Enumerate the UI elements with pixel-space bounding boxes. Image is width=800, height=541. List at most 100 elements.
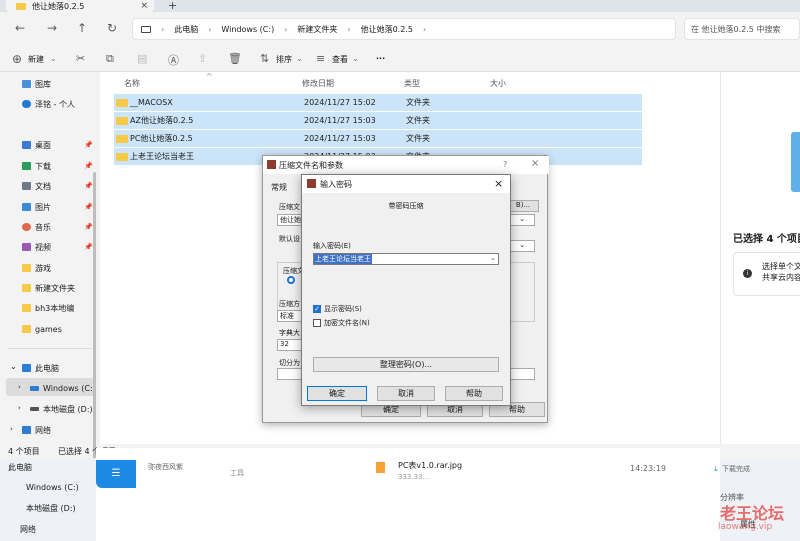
pin-icon[interactable]: 📌 [84,141,93,149]
organize-passwords-button[interactable]: 整理密码(O)... [313,357,499,372]
breadcrumb-drive-c[interactable]: Windows (C:) [221,25,274,34]
column-type[interactable]: 类型 [404,78,420,89]
sidebar-item-games[interactable]: 游戏 [22,262,51,274]
sidebar-item-downloads[interactable]: 下载 [22,160,51,172]
show-password-checkbox[interactable]: ✓ 显示密码(S) [313,304,362,314]
sidebar-item-music[interactable]: 音乐 [22,221,51,233]
pin-icon[interactable]: 📌 [84,162,93,170]
table-row[interactable]: AZ他让她落0.2.5 2024/11/27 15:03 文件夹 [114,112,642,129]
drive-icon [30,407,39,411]
sidebar-item-videos[interactable]: 视频 [22,241,51,253]
sidebar-item-this-pc[interactable]: 此电脑 [22,362,59,374]
sort-button[interactable]: 排序 [276,54,292,65]
sidebar-item-bh3[interactable]: bh3本地编 [22,302,74,314]
encrypt-filenames-checkbox[interactable]: 加密文件名(N) [313,318,370,328]
new-button[interactable]: 新建 [28,54,44,65]
view-icon[interactable]: ≡ [316,52,325,65]
sidebar-item-gallery[interactable]: 图库 [22,78,51,90]
chevron-down-icon[interactable]: ⌄ [352,54,359,63]
sidebar-item-pictures[interactable]: 图片 [22,201,51,213]
chevron-right-icon: › [284,24,288,34]
close-icon[interactable]: × [494,177,503,190]
more-options-button[interactable]: ··· [376,54,385,63]
radio-rar[interactable] [287,276,295,284]
file-name: AZ他让她落0.2.5 [130,116,194,125]
table-row[interactable]: PC他让她落0.2.5 2024/11/27 15:03 文件夹 [114,130,642,147]
column-size[interactable]: 大小 [490,78,506,89]
new-tab-button[interactable]: + [168,0,177,12]
chevron-right-icon[interactable]: › [10,425,13,433]
folder-icon [116,152,128,161]
help-icon[interactable]: ? [503,160,507,169]
chevron-down-icon[interactable]: ⌄ [509,240,535,252]
bg-username: 弥夜西风紫 [148,463,183,471]
cancel-button[interactable]: 取消 [377,386,435,401]
new-plus-icon[interactable]: ⊕ [12,52,22,66]
delete-icon[interactable]: 🗑 [228,52,242,65]
info-icon: i [743,269,752,278]
browse-button[interactable]: B)... [507,200,539,212]
menu-icon: ☰ [96,460,136,488]
close-icon[interactable]: × [531,158,539,169]
rename-icon[interactable]: Ⓐ [168,52,179,68]
chevron-down-icon[interactable]: ⌄ [509,214,535,226]
refresh-icon[interactable]: ↻ [104,21,120,35]
breadcrumb-new-folder[interactable]: 新建文件夹 [297,24,337,35]
help-button[interactable]: 帮助 [445,386,503,401]
sidebar-item-drive-c[interactable]: Windows (C:) [30,382,96,394]
paste-icon[interactable]: ▤ [137,52,147,65]
pin-icon[interactable]: 📌 [84,243,93,251]
column-date[interactable]: 修改日期 [302,78,334,89]
bg-sidebar-drive-c: Windows (C:) [26,483,79,492]
sort-ascending-icon: ^ [206,72,213,81]
checkbox-unchecked[interactable] [313,319,321,327]
ok-button[interactable]: 确定 [307,386,367,401]
breadcrumb-this-pc[interactable]: 此电脑 [174,24,198,35]
forward-arrow-icon[interactable]: → [44,21,60,35]
folder-icon [22,284,31,292]
copy-icon[interactable]: ⧉ [106,52,114,66]
sidebar-item-drive-d[interactable]: 本地磁盘 (D:) [30,403,93,415]
back-arrow-icon[interactable]: ← [12,21,28,35]
breadcrumb-current[interactable]: 他让她落0.2.5 [361,24,413,35]
sidebar-item-documents[interactable]: 文档 [22,180,51,192]
search-input[interactable]: 在 他让她落0.2.5 中搜索 [684,18,800,40]
bg-sidebar-network: 网络 [20,525,36,534]
chevron-down-icon[interactable]: ⌄ [50,54,57,63]
chevron-down-icon[interactable]: ⌄ [490,254,496,262]
sidebar-item-network[interactable]: 网络 [22,424,51,436]
column-name[interactable]: 名称 [124,78,140,89]
download-icon [22,162,31,170]
address-bar[interactable]: › 此电脑 › Windows (C:) › 新建文件夹 › 他让她落0.2.5… [132,18,676,40]
pin-icon[interactable]: 📌 [84,182,93,190]
sort-icon[interactable]: ⇅ [260,52,269,65]
sidebar-item-onedrive[interactable]: 泽铭 - 个人 [22,98,75,110]
view-button[interactable]: 查看 [332,54,348,65]
folder-icon [22,304,31,312]
pin-icon[interactable]: 📌 [84,223,93,231]
folder-preview-icon [791,132,800,192]
scrollbar[interactable] [93,172,96,472]
pin-icon[interactable]: 📌 [84,203,93,211]
close-tab-icon[interactable]: × [140,1,148,11]
password-input[interactable]: 上老王论坛当老王 ⌄ [313,253,499,265]
checkbox-checked[interactable]: ✓ [313,305,321,313]
up-arrow-icon[interactable]: ↑ [74,21,90,35]
tab-general[interactable]: 常规 [271,182,287,193]
sidebar-item-desktop[interactable]: 桌面 [22,139,51,151]
sidebar-item-new-folder[interactable]: 新建文件夹 [22,282,75,294]
sidebar-item-games-folder[interactable]: games [22,323,62,335]
file-label: 压缩文 [279,203,300,211]
table-row[interactable]: __MACOSX 2024/11/27 15:02 文件夹 [114,94,642,111]
chevron-right-icon[interactable]: › [18,383,21,391]
share-icon[interactable]: ⇪ [198,52,207,65]
chevron-right-icon[interactable]: › [18,404,21,412]
tab-current[interactable]: 他让她落0.2.5 × [6,0,154,12]
cut-icon[interactable]: ✂ [76,52,85,65]
background-app-window: 弥夜西风紫 工具 PC表v1.0.rar.jpg 333.33... 14:23… [96,448,750,541]
file-date: 2024/11/27 15:02 [304,98,376,107]
chevron-down-icon[interactable]: ⌄ [296,54,303,63]
chevron-down-icon[interactable]: ⌄ [10,362,17,371]
bg-file-name: PC表v1.0.rar.jpg [398,461,463,470]
network-icon [22,426,31,434]
